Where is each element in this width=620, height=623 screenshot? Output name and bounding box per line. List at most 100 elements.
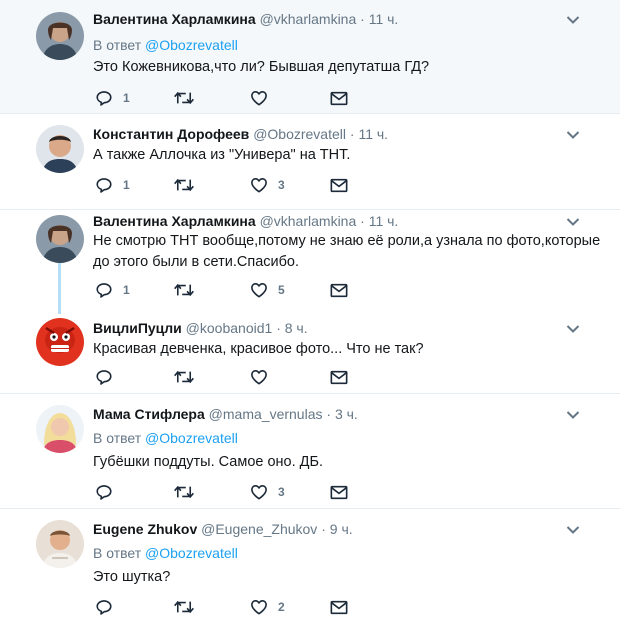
like-button[interactable]: 2	[250, 597, 285, 617]
reply-button[interactable]	[95, 482, 123, 502]
reply-button[interactable]: 1	[95, 175, 130, 195]
direct-message-button[interactable]	[330, 175, 348, 195]
tweet[interactable]: Константин Дорофеев @Obozrevatell · 11 ч…	[0, 115, 620, 210]
envelope-icon	[330, 283, 348, 298]
reply-button[interactable]: 1	[95, 280, 130, 300]
author-handle[interactable]: @Obozrevatell	[253, 126, 346, 142]
reply-icon	[95, 177, 113, 193]
reply-to-link[interactable]: @Obozrevatell	[145, 545, 238, 561]
reply-count: 1	[123, 178, 130, 192]
reply-to-link[interactable]: @Obozrevatell	[145, 430, 238, 446]
retweet-button[interactable]	[173, 175, 195, 195]
separator-dot: ·	[360, 213, 365, 229]
reply-button[interactable]: 1	[95, 88, 130, 108]
author-handle[interactable]: @vkharlamkina	[260, 213, 357, 229]
chevron-down-icon[interactable]	[566, 15, 580, 25]
heart-icon	[250, 369, 268, 385]
tweet[interactable]: Валентина Харламкина @vkharlamkina · 11 …	[0, 0, 620, 114]
retweet-icon	[173, 484, 195, 500]
reply-button[interactable]	[95, 597, 123, 617]
heart-icon	[250, 282, 268, 298]
like-button[interactable]	[250, 88, 278, 108]
author-handle[interactable]: @Eugene_Zhukov	[201, 521, 317, 537]
chevron-down-icon[interactable]	[566, 410, 580, 420]
heart-icon	[250, 599, 268, 615]
avatar[interactable]	[36, 520, 84, 568]
timestamp[interactable]: 11 ч.	[369, 213, 399, 229]
retweet-button[interactable]	[173, 482, 195, 502]
avatar[interactable]	[36, 125, 84, 173]
heart-icon	[250, 177, 268, 193]
tweet[interactable]: ВицлиПуцли @koobanoid1 · 8 ч. Красивая д…	[0, 314, 620, 394]
retweet-icon	[173, 282, 195, 298]
envelope-icon	[330, 178, 348, 193]
retweet-button[interactable]	[173, 367, 195, 387]
reply-icon	[95, 90, 113, 106]
chevron-down-icon[interactable]	[566, 525, 580, 535]
timestamp[interactable]: 11 ч.	[358, 126, 388, 142]
direct-message-button[interactable]	[330, 597, 348, 617]
author-name[interactable]: Мама Стифлера	[93, 406, 205, 422]
like-count: 3	[278, 178, 285, 192]
separator-dot: ·	[349, 126, 355, 142]
tweet[interactable]: Мама Стифлера @mama_vernulas · 3 ч. В от…	[0, 395, 620, 509]
avatar[interactable]	[36, 405, 84, 453]
like-button[interactable]: 3	[250, 482, 285, 502]
author-name[interactable]: Валентина Харламкина	[93, 11, 256, 27]
reply-label: В ответ	[93, 545, 142, 561]
author-handle[interactable]: @koobanoid1	[186, 320, 273, 336]
tweet-text: Губёшки поддуты. Самое оно. ДБ.	[93, 454, 324, 470]
avatar[interactable]	[36, 215, 84, 263]
heart-icon	[250, 90, 268, 106]
retweet-button[interactable]	[173, 597, 195, 617]
retweet-button[interactable]	[173, 280, 195, 300]
retweet-button[interactable]	[173, 88, 195, 108]
separator-dot: ·	[321, 521, 326, 537]
reply-count: 1	[123, 283, 130, 297]
reply-to-link[interactable]: @Obozrevatell	[145, 37, 238, 53]
author-name[interactable]: Константин Дорофеев	[93, 126, 249, 142]
reply-count: 1	[123, 91, 130, 105]
envelope-icon	[330, 600, 348, 615]
author-handle[interactable]: @mama_vernulas	[209, 406, 323, 422]
reply-icon	[95, 599, 113, 615]
like-button[interactable]: 5	[250, 280, 285, 300]
avatar[interactable]	[36, 318, 84, 366]
direct-message-button[interactable]	[330, 482, 348, 502]
reply-icon	[95, 282, 113, 298]
separator-dot: ·	[276, 320, 281, 336]
tweet-text-line: Не смотрю ТНТ вообще,потому не знаю её р…	[93, 233, 601, 249]
retweet-icon	[173, 369, 195, 385]
tweet-text: Красивая девченка, красивое фото... Что …	[93, 341, 424, 357]
chevron-down-icon[interactable]	[566, 324, 580, 334]
timestamp[interactable]: 11 ч.	[369, 11, 399, 27]
direct-message-button[interactable]	[330, 367, 348, 387]
like-button[interactable]: 3	[250, 175, 285, 195]
reply-button[interactable]	[95, 367, 123, 387]
envelope-icon	[330, 91, 348, 106]
retweet-icon	[173, 599, 195, 615]
author-name[interactable]: ВицлиПуцли	[93, 320, 182, 336]
envelope-icon	[330, 370, 348, 385]
tweet-text: Это Кожевникова,что ли? Бывшая депутатша…	[93, 59, 430, 75]
author-name[interactable]: Валентина Харламкина	[93, 213, 256, 229]
direct-message-button[interactable]	[330, 88, 348, 108]
tweet[interactable]: Eugene Zhukov @Eugene_Zhukov · 9 ч. В от…	[0, 510, 620, 623]
chevron-down-icon[interactable]	[566, 130, 580, 140]
heart-icon	[250, 484, 268, 500]
author-name[interactable]: Eugene Zhukov	[93, 521, 197, 537]
avatar[interactable]	[36, 12, 84, 60]
tweet[interactable]: Валентина Харламкина @vkharlamkina · 11 …	[0, 210, 620, 314]
like-count: 5	[278, 283, 285, 297]
timestamp[interactable]: 3 ч.	[335, 406, 358, 422]
timestamp[interactable]: 8 ч.	[285, 320, 308, 336]
reply-icon	[95, 369, 113, 385]
like-button[interactable]	[250, 367, 278, 387]
like-count: 2	[278, 600, 285, 614]
reply-label: В ответ	[93, 430, 142, 446]
chevron-down-icon[interactable]	[566, 217, 580, 227]
direct-message-button[interactable]	[330, 280, 348, 300]
author-handle[interactable]: @vkharlamkina	[260, 11, 357, 27]
timestamp[interactable]: 9 ч.	[330, 521, 353, 537]
tweet-text-line: до этого были в сети.Спасибо.	[93, 254, 300, 270]
